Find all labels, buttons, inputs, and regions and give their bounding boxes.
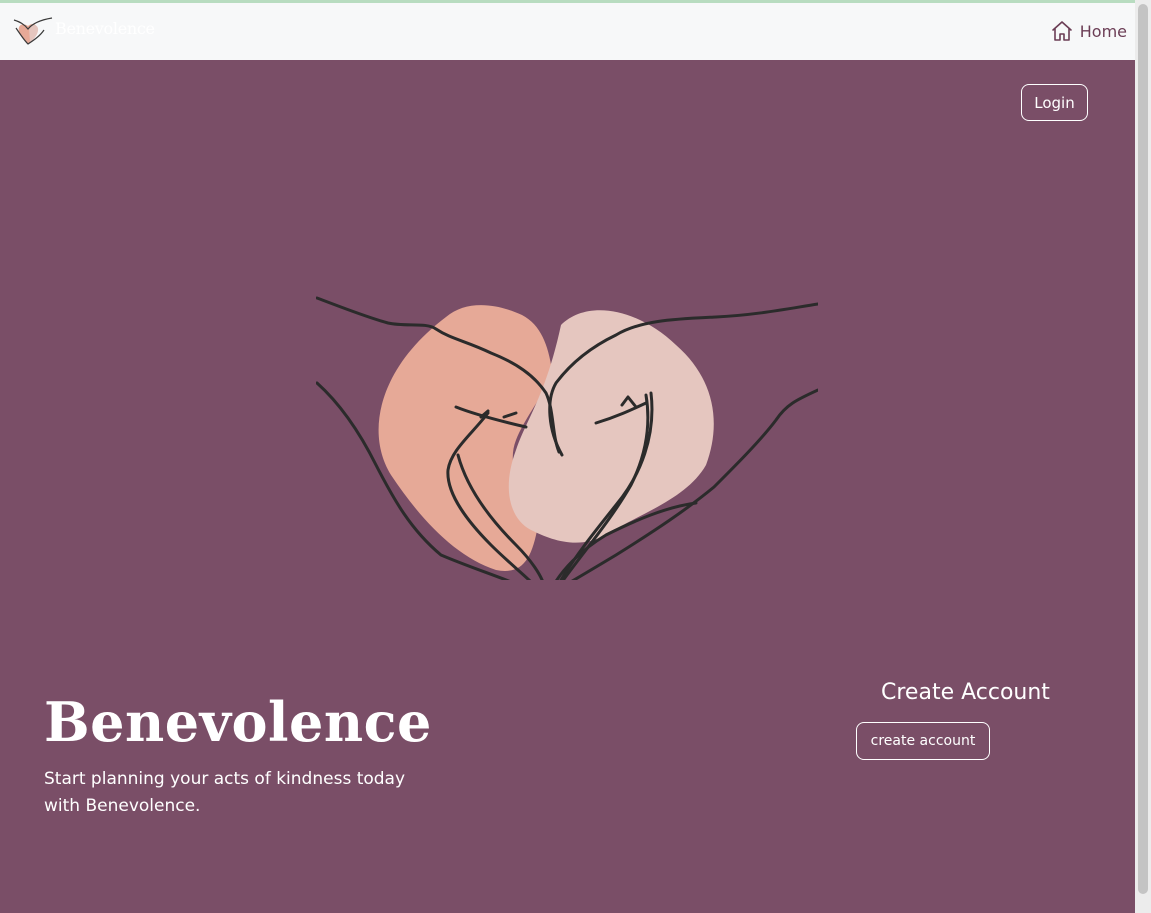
create-account-button[interactable]: create account [856, 722, 990, 760]
hero-title: Benevolence [44, 690, 432, 754]
brand-name: Benevolence [55, 19, 155, 38]
brand-link[interactable]: Benevolence [12, 13, 155, 49]
navbar: Benevolence Home [0, 3, 1135, 60]
heart-hands-logo-icon [13, 17, 53, 45]
nav-home-link[interactable]: Home [1050, 19, 1127, 43]
login-button[interactable]: Login [1021, 84, 1088, 121]
nav-home-label: Home [1079, 21, 1127, 41]
heart-hands-illustration [316, 296, 818, 580]
hero-subtitle: Start planning your acts of kindness tod… [44, 769, 406, 816]
house-icon [1051, 21, 1072, 41]
scrollbar-thumb[interactable] [1138, 4, 1148, 894]
create-account-heading: Create Account [881, 680, 1050, 705]
hero-section: Login Benevolence Start planning your ac… [0, 60, 1135, 913]
